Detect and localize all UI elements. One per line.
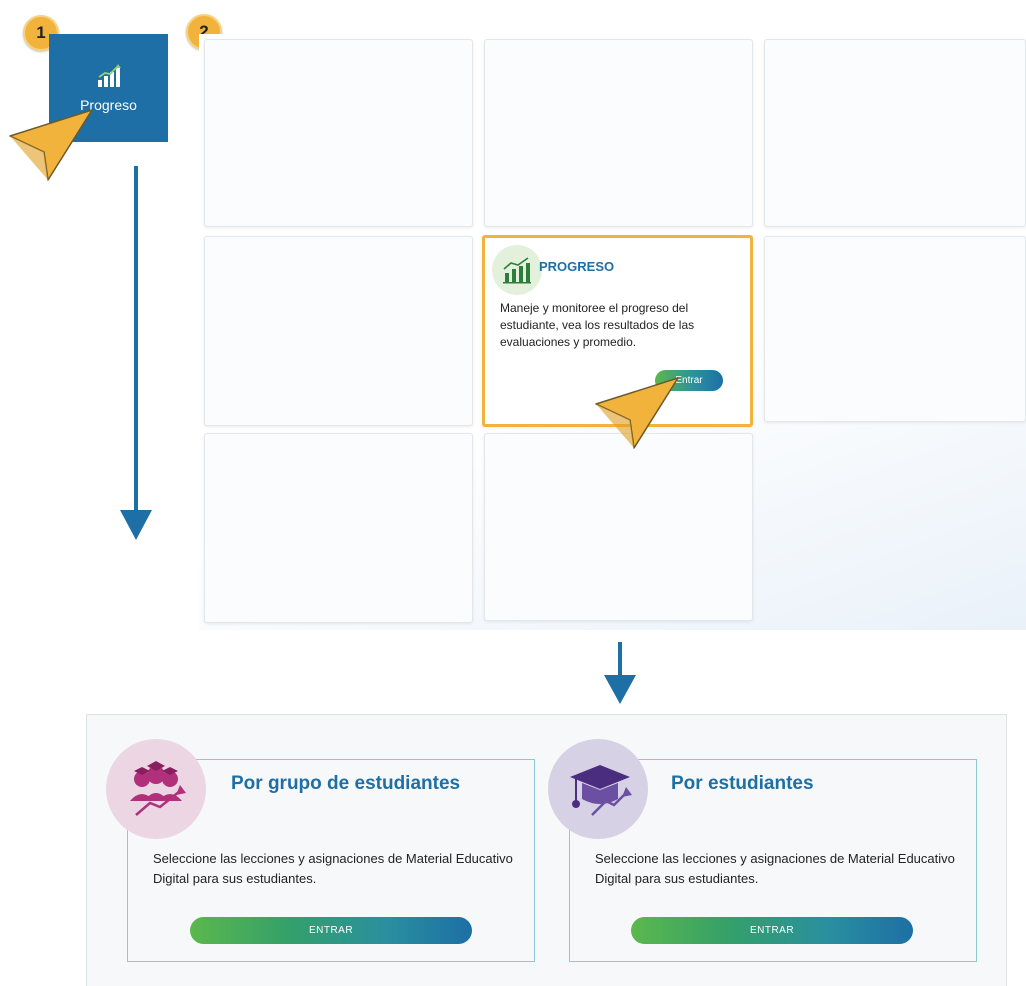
dashboard-card [204, 236, 473, 426]
student-group-icon-circle [106, 739, 206, 839]
option-description-individual: Seleccione las lecciones y asignaciones … [595, 851, 955, 886]
bar-chart-growth-icon [503, 257, 531, 284]
group-entrar-button[interactable]: ENTRAR [190, 917, 472, 944]
flow-down-arrow-icon [120, 166, 152, 540]
progreso-card-title: PROGRESO [539, 259, 615, 274]
progreso-card-icon-circle [492, 245, 542, 295]
graduation-cap-icon-circle [548, 739, 648, 839]
dashboard-card [204, 39, 473, 227]
dashboard-card [484, 39, 753, 227]
dashboard-grid: PROGRESO Maneje y monitoree el progreso … [199, 34, 1026, 630]
option-title-individual: Por estudiantes [671, 773, 814, 794]
flow-down-arrow-icon [604, 642, 636, 704]
option-description-group: Seleccione las lecciones y asignaciones … [153, 851, 513, 886]
graduation-cap-growth-icon [570, 765, 632, 816]
pointer-cursor-icon [595, 377, 679, 449]
progress-options-panel: Por grupo de estudiantes Seleccione las … [86, 714, 1007, 986]
dashboard-card [204, 433, 473, 623]
individual-entrar-button[interactable]: ENTRAR [631, 917, 913, 944]
progreso-card-description: Maneje y monitoree el progreso del estud… [500, 301, 695, 349]
option-title-group: Por grupo de estudiantes [231, 773, 461, 794]
dashboard-card [764, 236, 1026, 422]
bar-chart-growth-icon [97, 64, 121, 87]
student-group-growth-icon [130, 761, 186, 816]
dashboard-card [484, 433, 753, 621]
pointer-cursor-icon [9, 109, 93, 181]
dashboard-card [764, 39, 1026, 227]
